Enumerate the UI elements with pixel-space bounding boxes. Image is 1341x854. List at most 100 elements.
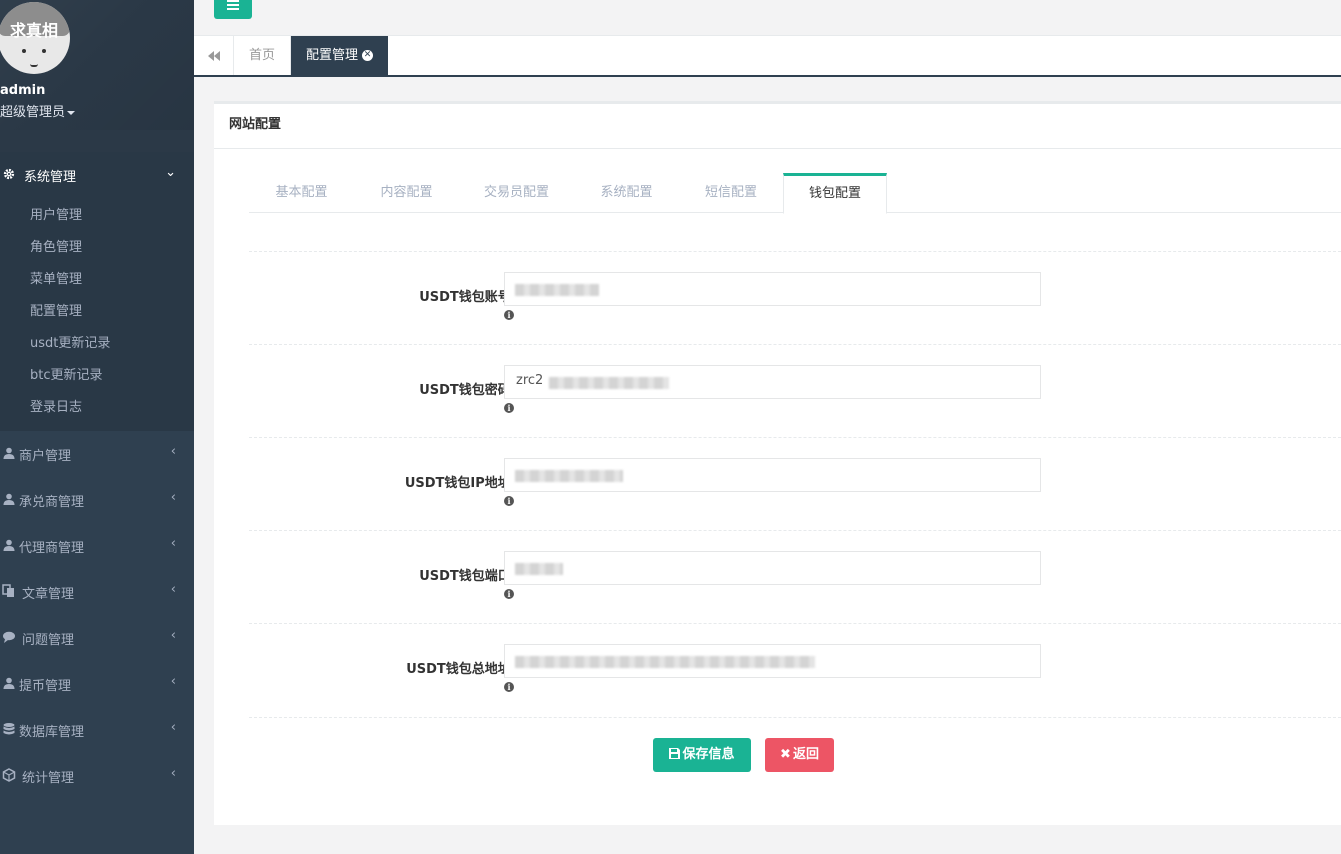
hamburger-icon — [227, 0, 239, 2]
chevron-left-icon: ‹ — [170, 444, 176, 459]
redacted-value — [515, 284, 599, 296]
profile-panel: 求真相 admin 超级管理员 — [0, 0, 194, 130]
back-button[interactable]: ✖ 返回 — [765, 738, 834, 772]
usdt-port-input[interactable] — [504, 551, 1041, 585]
config-panel: 网站配置 基本配置 内容配置 交易员配置 系统配置 短信配置 钱包配置 USDT… — [214, 101, 1341, 825]
sidebar-item-agents[interactable]: 代理商管理 ‹ — [0, 523, 194, 569]
usdt-account-input[interactable] — [504, 272, 1041, 306]
info-icon: i — [504, 310, 514, 320]
form-row-main-address: USDT钱包总地址: i — [249, 623, 1341, 718]
chevron-left-icon: ‹ — [170, 674, 176, 689]
hamburger-icon — [227, 4, 239, 6]
sidebar-subitem-btc-log[interactable]: btc更新记录 — [30, 364, 103, 383]
user-icon — [3, 493, 15, 505]
top-navbar — [194, 0, 1341, 36]
avatar-eye — [22, 49, 26, 53]
hamburger-icon — [227, 8, 239, 10]
sidebar-item-label: 文章管理 — [22, 587, 75, 602]
save-button-label: 保存信息 — [682, 747, 735, 762]
sidebar-subitem-usdt-log[interactable]: usdt更新记录 — [30, 332, 110, 351]
tab-home[interactable]: 首页 — [234, 36, 291, 75]
sidebar-item-label: 承兑商管理 — [19, 495, 85, 510]
copy-icon — [2, 584, 14, 597]
field-label: USDT钱包密码: — [419, 383, 516, 398]
database-icon — [3, 723, 15, 735]
gear-icon — [3, 168, 15, 180]
sidebar-subitem-login-log[interactable]: 登录日志 — [30, 396, 82, 415]
usdt-ip-input[interactable] — [504, 458, 1041, 492]
field-label: USDT钱包端口: — [419, 569, 516, 584]
tab-sms-config[interactable]: 短信配置 — [679, 173, 783, 213]
info-icon: i — [504, 496, 514, 506]
sidebar-subitem-menus[interactable]: 菜单管理 — [30, 268, 82, 287]
user-icon — [3, 447, 15, 459]
chevron-left-icon: ‹ — [170, 582, 176, 597]
sidebar-item-questions[interactable]: 问题管理 ‹ — [0, 615, 194, 661]
sidebar-item-articles[interactable]: 文章管理 ‹ — [0, 569, 194, 615]
menu-toggle-button[interactable] — [214, 0, 252, 19]
sidebar-item-withdrawals[interactable]: 提币管理 ‹ — [0, 661, 194, 707]
sidebar: 求真相 admin 超级管理员 系统管理 ⌄ 用户管理 角色管理 菜单管理 配置… — [0, 0, 194, 854]
sidebar-subitem-roles[interactable]: 角色管理 — [30, 236, 82, 255]
form-row-ip: USDT钱包IP地址: i — [249, 437, 1341, 530]
tab-trader-config[interactable]: 交易员配置 — [459, 173, 574, 213]
caret-down-icon — [67, 110, 76, 115]
tabs-scroll-left-button[interactable] — [194, 36, 234, 75]
sidebar-item-label: 问题管理 — [22, 633, 75, 648]
tab-basic-config[interactable]: 基本配置 — [249, 173, 354, 213]
sidebar-item-statistics[interactable]: 统计管理 ‹ — [0, 753, 194, 799]
sidebar-subitem-users[interactable]: 用户管理 — [30, 204, 82, 223]
config-tabs: 基本配置 内容配置 交易员配置 系统配置 短信配置 钱包配置 — [249, 173, 1341, 214]
redacted-value — [515, 470, 623, 482]
field-label: USDT钱包IP地址: — [404, 476, 516, 491]
double-arrow-left-icon — [207, 50, 220, 61]
profile-role: 超级管理员 — [0, 105, 66, 120]
chevron-left-icon: ‹ — [170, 720, 176, 735]
redacted-value — [515, 563, 563, 575]
info-icon: i — [504, 403, 514, 413]
avatar-mouth — [30, 64, 38, 67]
sidebar-item-system[interactable]: 系统管理 ⌄ — [0, 152, 194, 198]
sidebar-item-label: 数据库管理 — [19, 725, 85, 740]
tab-wallet-config[interactable]: 钱包配置 — [783, 173, 887, 214]
sidebar-item-acceptors[interactable]: 承兑商管理 ‹ — [0, 477, 194, 523]
redacted-value — [549, 377, 669, 389]
sidebar-item-merchants[interactable]: 商户管理 ‹ — [0, 431, 194, 477]
panel-title: 网站配置 — [214, 104, 1341, 149]
sidebar-separator — [0, 130, 194, 152]
close-icon[interactable]: ✕ — [362, 50, 373, 61]
sidebar-subitem-config[interactable]: 配置管理 — [30, 300, 82, 319]
comment-icon — [3, 631, 15, 643]
form-row-port: USDT钱包端口: i — [249, 530, 1341, 623]
sidebar-item-label: 提币管理 — [19, 679, 72, 694]
tab-label: 配置管理 — [306, 48, 359, 63]
profile-role-dropdown[interactable]: 超级管理员 — [0, 101, 76, 120]
info-icon: i — [504, 682, 514, 692]
sidebar-item-label: 代理商管理 — [19, 541, 85, 556]
chevron-left-icon: ‹ — [170, 766, 176, 781]
form-row-password: USDT钱包密码: zrc2 i — [249, 344, 1341, 437]
redacted-value — [515, 656, 815, 668]
tab-system-config[interactable]: 系统配置 — [574, 173, 679, 213]
chevron-down-icon: ⌄ — [165, 165, 176, 180]
tab-config-management[interactable]: 配置管理 ✕ — [291, 36, 388, 75]
tab-content-config[interactable]: 内容配置 — [354, 173, 459, 213]
back-button-label: 返回 — [792, 747, 819, 762]
chevron-left-icon: ‹ — [170, 536, 176, 551]
avatar-eye — [42, 49, 46, 53]
sidebar-item-label: 统计管理 — [22, 771, 75, 786]
close-icon: ✖ — [780, 747, 791, 762]
save-button[interactable]: 保存信息 — [653, 738, 751, 772]
user-icon — [3, 677, 15, 689]
cube-icon — [2, 768, 16, 782]
floppy-disk-icon — [669, 748, 681, 759]
avatar[interactable]: 求真相 — [0, 2, 70, 74]
usdt-password-input[interactable]: zrc2 — [504, 365, 1041, 399]
field-label: USDT钱包总地址: — [406, 662, 516, 677]
sidebar-item-database[interactable]: 数据库管理 ‹ — [0, 707, 194, 753]
form-row-account: USDT钱包账号: i — [249, 251, 1341, 344]
usdt-main-address-input[interactable] — [504, 644, 1041, 678]
input-value: zrc2 — [516, 373, 544, 388]
sidebar-item-label: 系统管理 — [24, 170, 77, 185]
chevron-left-icon: ‹ — [170, 490, 176, 505]
